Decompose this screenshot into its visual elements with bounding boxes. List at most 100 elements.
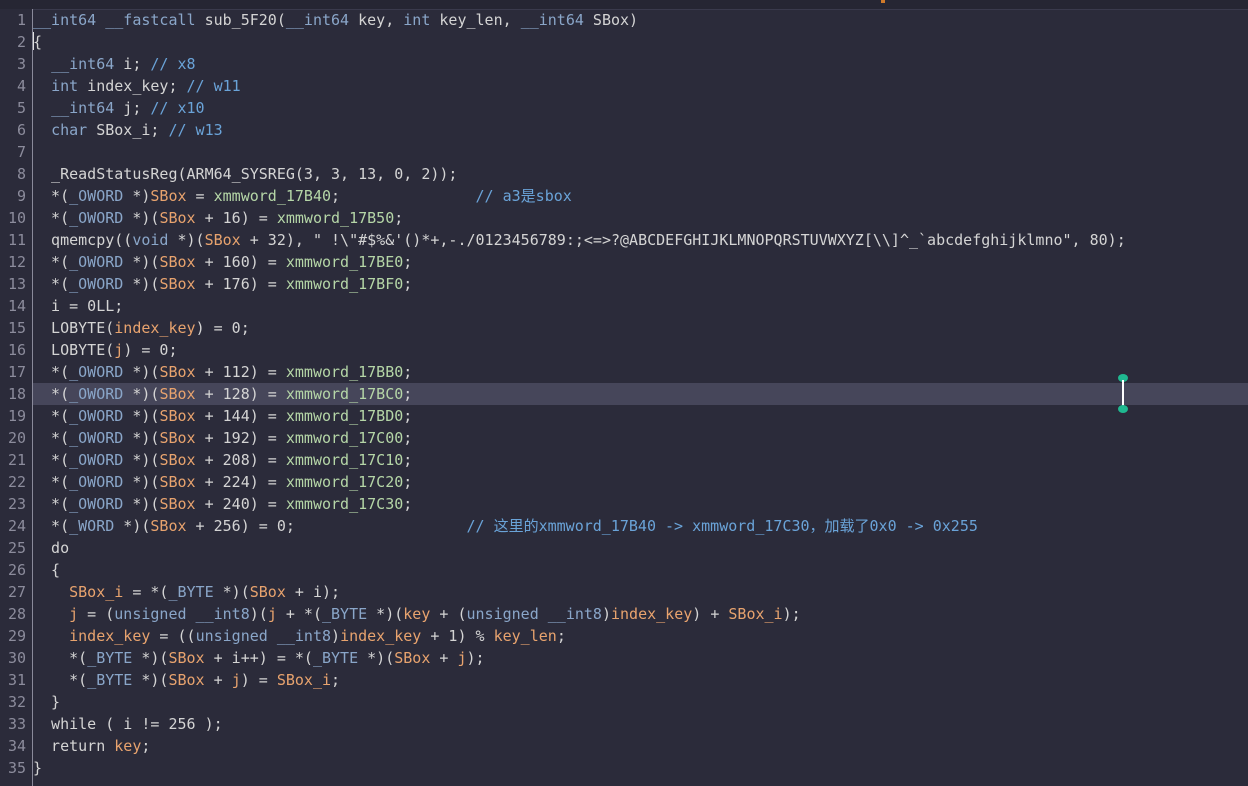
line-number: 9 bbox=[16, 187, 26, 205]
code-token: key_len, bbox=[430, 11, 521, 29]
code-token: // w13 bbox=[168, 121, 223, 139]
code-line[interactable]: LOBYTE(index_key) = 0; bbox=[33, 317, 1248, 339]
code-token: *)( bbox=[123, 429, 160, 447]
code-token: *( bbox=[33, 451, 70, 469]
code-line[interactable]: *(_OWORD *)(SBox + 128) = xmmword_17BC0; bbox=[33, 383, 1248, 405]
code-line[interactable]: i = 0LL; bbox=[33, 295, 1248, 317]
code-token: LOBYTE( bbox=[33, 319, 115, 337]
code-token: + 160) = bbox=[195, 253, 286, 271]
code-line[interactable]: do bbox=[33, 537, 1248, 559]
code-token: SBox bbox=[159, 407, 196, 425]
line-number: 34 bbox=[7, 737, 26, 755]
code-line[interactable]: { bbox=[33, 31, 1248, 53]
code-line[interactable]: *(_OWORD *)(SBox + 208) = xmmword_17C10; bbox=[33, 449, 1248, 471]
code-token: *)( bbox=[168, 231, 205, 249]
code-line[interactable]: qmemcpy((void *)(SBox + 32), " !\"#$%&'(… bbox=[33, 229, 1248, 251]
code-line[interactable]: *(_OWORD *)(SBox + 176) = xmmword_17BF0; bbox=[33, 273, 1248, 295]
code-line[interactable] bbox=[33, 141, 1248, 163]
code-token: _OWORD bbox=[69, 429, 124, 447]
line-number: 20 bbox=[7, 429, 26, 447]
code-token: *)( bbox=[123, 363, 160, 381]
code-token: = (( bbox=[150, 627, 196, 645]
code-token: index_key bbox=[114, 319, 196, 337]
code-token: xmmword_17BE0 bbox=[285, 253, 404, 271]
code-token: _BYTE bbox=[168, 583, 214, 601]
code-token: + 240) = bbox=[195, 495, 286, 513]
line-number: 28 bbox=[7, 605, 26, 623]
code-line[interactable]: __int64 j; // x10 bbox=[33, 97, 1248, 119]
code-line[interactable]: char SBox_i; // w13 bbox=[33, 119, 1248, 141]
code-line[interactable]: *(_OWORD *)(SBox + 192) = xmmword_17C00; bbox=[33, 427, 1248, 449]
code-token: SBox bbox=[159, 253, 196, 271]
code-token: *)( bbox=[132, 649, 169, 667]
code-token: do bbox=[33, 539, 70, 557]
code-line[interactable]: *(_OWORD *)(SBox + 112) = xmmword_17BB0; bbox=[33, 361, 1248, 383]
code-token: ; bbox=[403, 363, 413, 381]
code-token: j; bbox=[114, 99, 151, 117]
code-line[interactable]: index_key = ((unsigned __int8)index_key … bbox=[33, 625, 1248, 647]
line-number: 32 bbox=[7, 693, 26, 711]
code-token: ) = 0; bbox=[195, 319, 250, 337]
code-token: = bbox=[186, 187, 214, 205]
code-line[interactable]: *(_BYTE *)(SBox + i++) = *(_BYTE *)(SBox… bbox=[33, 647, 1248, 669]
code-token: *( bbox=[33, 495, 70, 513]
code-line[interactable]: _ReadStatusReg(ARM64_SYSREG(3, 3, 13, 0,… bbox=[33, 163, 1248, 185]
code-token: j bbox=[69, 605, 79, 623]
code-line[interactable]: return key; bbox=[33, 735, 1248, 757]
line-number: 8 bbox=[16, 165, 26, 183]
code-token: *( bbox=[33, 473, 70, 491]
code-token: j bbox=[114, 341, 124, 359]
code-token: i; bbox=[114, 55, 151, 73]
scroll-marker bbox=[881, 0, 885, 3]
line-number: 30 bbox=[7, 649, 26, 667]
code-token: SBox bbox=[150, 517, 187, 535]
code-line[interactable]: *(_OWORD *)SBox = xmmword_17B40; // a3是s… bbox=[33, 185, 1248, 207]
code-line[interactable]: { bbox=[33, 559, 1248, 581]
code-token: *) bbox=[123, 187, 151, 205]
code-token: *)( bbox=[358, 649, 395, 667]
code-line[interactable]: *(_OWORD *)(SBox + 224) = xmmword_17C20; bbox=[33, 471, 1248, 493]
code-token: SBox bbox=[394, 649, 431, 667]
code-token: *)( bbox=[123, 451, 160, 469]
code-line[interactable]: while ( i != 256 ); bbox=[33, 713, 1248, 735]
code-line[interactable]: *(_OWORD *)(SBox + 240) = xmmword_17C30; bbox=[33, 493, 1248, 515]
code-token: ; bbox=[403, 385, 413, 403]
code-line[interactable]: j = (unsigned __int8)(j + *(_BYTE *)(key… bbox=[33, 603, 1248, 625]
code-token: { bbox=[33, 561, 61, 579]
code-line[interactable]: *(_OWORD *)(SBox + 144) = xmmword_17BD0; bbox=[33, 405, 1248, 427]
line-number: 19 bbox=[7, 407, 26, 425]
code-token: SBox bbox=[150, 187, 187, 205]
line-number: 15 bbox=[7, 319, 26, 337]
code-token: SBox bbox=[159, 363, 196, 381]
code-token: *( bbox=[33, 209, 70, 227]
code-token: _OWORD bbox=[69, 209, 124, 227]
code-token: SBox bbox=[168, 671, 205, 689]
code-line[interactable]: *(_WORD *)(SBox + 256) = 0; // 这里的xmmwor… bbox=[33, 515, 1248, 537]
code-line[interactable]: *(_OWORD *)(SBox + 16) = xmmword_17B50; bbox=[33, 207, 1248, 229]
code-line[interactable]: LOBYTE(j) = 0; bbox=[33, 339, 1248, 361]
code-editor[interactable]: 1 2 3 4 5 6 7 8 9 10 11 12 13 14 15 16 17 18 19 20 21 22 23 24 2… bbox=[0, 0, 1248, 786]
line-number: 6 bbox=[16, 121, 26, 139]
code-token: ; bbox=[556, 627, 566, 645]
code-line[interactable]: __int64 i; // x8 bbox=[33, 53, 1248, 75]
line-number: 4 bbox=[16, 77, 26, 95]
code-line[interactable]: } bbox=[33, 691, 1248, 713]
code-token: unsigned __int8 bbox=[195, 627, 332, 645]
code-line[interactable]: int index_key; // w11 bbox=[33, 75, 1248, 97]
code-token: SBox bbox=[159, 275, 196, 293]
line-number: 10 bbox=[7, 209, 26, 227]
code-line[interactable]: *(_OWORD *)(SBox + 160) = xmmword_17BE0; bbox=[33, 251, 1248, 273]
code-line[interactable]: } bbox=[33, 757, 1248, 779]
code-line[interactable]: SBox_i = *(_BYTE *)(SBox + i); bbox=[33, 581, 1248, 603]
code-token: // 这里的xmmword_17B40 -> xmmword_17C30，加载了… bbox=[466, 517, 978, 535]
code-token: )( bbox=[249, 605, 268, 623]
code-line[interactable]: *(_BYTE *)(SBox + j) = SBox_i; bbox=[33, 669, 1248, 691]
code-token: ; bbox=[394, 209, 404, 227]
code-token: xmmword_17C10 bbox=[285, 451, 404, 469]
code-token: void bbox=[132, 231, 169, 249]
code-line[interactable]: __int64 __fastcall sub_5F20(__int64 key,… bbox=[33, 9, 1248, 31]
code-token: LOBYTE( bbox=[33, 341, 115, 359]
